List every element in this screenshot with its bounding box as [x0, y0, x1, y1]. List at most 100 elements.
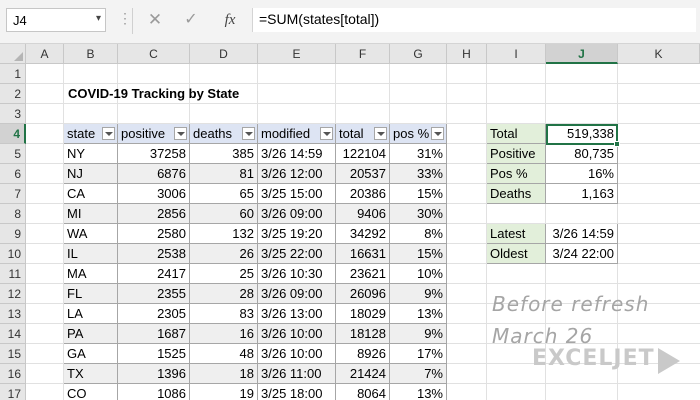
row-header[interactable]: 6	[0, 164, 26, 184]
table-cell[interactable]: CA	[64, 184, 118, 204]
row-header[interactable]: 13	[0, 304, 26, 324]
cancel-icon[interactable]: ✕	[146, 8, 164, 32]
table-cell[interactable]: 3/26 13:00	[258, 304, 336, 324]
table-cell[interactable]: 3/26 14:59	[258, 144, 336, 164]
summary-value[interactable]: 80,735	[546, 144, 618, 164]
table-cell[interactable]: 15%	[390, 244, 447, 264]
table-cell[interactable]: 8064	[336, 384, 390, 400]
date-label[interactable]: Latest	[487, 224, 546, 244]
formula-input[interactable]: =SUM(states[total])	[252, 8, 696, 32]
filter-dropdown-icon[interactable]	[320, 127, 333, 140]
table-cell[interactable]: MI	[64, 204, 118, 224]
column-header[interactable]: B	[64, 44, 118, 64]
table-cell[interactable]: 21424	[336, 364, 390, 384]
column-header[interactable]: I	[487, 44, 546, 64]
table-cell[interactable]: 3/26 12:00	[258, 164, 336, 184]
column-header[interactable]: E	[258, 44, 336, 64]
table-header-0[interactable]: state	[64, 124, 118, 144]
column-header[interactable]: D	[190, 44, 258, 64]
filter-dropdown-icon[interactable]	[102, 127, 115, 140]
table-header-2[interactable]: deaths	[190, 124, 258, 144]
sheet-title[interactable]: COVID-19 Tracking by State	[68, 84, 239, 104]
table-cell[interactable]: 385	[190, 144, 258, 164]
table-cell[interactable]: 31%	[390, 144, 447, 164]
table-cell[interactable]: 81	[190, 164, 258, 184]
table-cell[interactable]: 2856	[118, 204, 190, 224]
table-cell[interactable]: 28	[190, 284, 258, 304]
fill-handle[interactable]	[614, 141, 620, 147]
table-cell[interactable]: 3/25 22:00	[258, 244, 336, 264]
table-cell[interactable]: 34292	[336, 224, 390, 244]
column-header[interactable]: K	[618, 44, 700, 64]
name-box[interactable]: J4 ▾	[6, 8, 106, 32]
row-header[interactable]: 8	[0, 204, 26, 224]
table-cell[interactable]: 7%	[390, 364, 447, 384]
table-cell[interactable]: 33%	[390, 164, 447, 184]
table-cell[interactable]: 13%	[390, 384, 447, 400]
table-cell[interactable]: 3/26 10:00	[258, 344, 336, 364]
row-header[interactable]: 9	[0, 224, 26, 244]
table-cell[interactable]: 10%	[390, 264, 447, 284]
table-cell[interactable]: 19	[190, 384, 258, 400]
date-value[interactable]: 3/26 14:59	[546, 224, 618, 244]
table-header-1[interactable]: positive	[118, 124, 190, 144]
table-cell[interactable]: 20386	[336, 184, 390, 204]
summary-label[interactable]: Positive	[487, 144, 546, 164]
table-cell[interactable]: 18128	[336, 324, 390, 344]
row-header[interactable]: 3	[0, 104, 26, 124]
summary-label[interactable]: Deaths	[487, 184, 546, 204]
row-header[interactable]: 7	[0, 184, 26, 204]
table-cell[interactable]: 1086	[118, 384, 190, 400]
table-cell[interactable]: 3/26 09:00	[258, 204, 336, 224]
table-cell[interactable]: GA	[64, 344, 118, 364]
column-header[interactable]: C	[118, 44, 190, 64]
table-cell[interactable]: 16631	[336, 244, 390, 264]
column-header[interactable]: F	[336, 44, 390, 64]
table-cell[interactable]: 18	[190, 364, 258, 384]
filter-dropdown-icon[interactable]	[374, 127, 387, 140]
row-header[interactable]: 1	[0, 64, 26, 84]
row-header[interactable]: 2	[0, 84, 26, 104]
filter-dropdown-icon[interactable]	[431, 127, 444, 140]
date-label[interactable]: Oldest	[487, 244, 546, 264]
table-cell[interactable]: 30%	[390, 204, 447, 224]
table-cell[interactable]: TX	[64, 364, 118, 384]
row-header[interactable]: 17	[0, 384, 26, 400]
table-cell[interactable]: 3/25 15:00	[258, 184, 336, 204]
insert-function-icon[interactable]: fx	[219, 8, 241, 32]
table-cell[interactable]: 9%	[390, 324, 447, 344]
summary-label[interactable]: Total	[487, 124, 546, 144]
table-cell[interactable]: 2538	[118, 244, 190, 264]
table-cell[interactable]: 3/26 10:30	[258, 264, 336, 284]
table-cell[interactable]: CO	[64, 384, 118, 400]
row-header[interactable]: 12	[0, 284, 26, 304]
column-header[interactable]: A	[26, 44, 64, 64]
table-cell[interactable]: 17%	[390, 344, 447, 364]
column-header[interactable]: J	[546, 44, 618, 64]
table-cell[interactable]: MA	[64, 264, 118, 284]
table-cell[interactable]: 26096	[336, 284, 390, 304]
table-cell[interactable]: 122104	[336, 144, 390, 164]
table-cell[interactable]: 26	[190, 244, 258, 264]
table-cell[interactable]: PA	[64, 324, 118, 344]
table-cell[interactable]: 60	[190, 204, 258, 224]
table-cell[interactable]: LA	[64, 304, 118, 324]
table-header-4[interactable]: total	[336, 124, 390, 144]
table-cell[interactable]: 13%	[390, 304, 447, 324]
table-cell[interactable]: 8926	[336, 344, 390, 364]
table-cell[interactable]: 3/26 09:00	[258, 284, 336, 304]
table-cell[interactable]: 2417	[118, 264, 190, 284]
summary-value[interactable]: 1,163	[546, 184, 618, 204]
table-cell[interactable]: 25	[190, 264, 258, 284]
table-cell[interactable]: 2580	[118, 224, 190, 244]
table-cell[interactable]: 65	[190, 184, 258, 204]
table-cell[interactable]: 3/26 11:00	[258, 364, 336, 384]
table-cell[interactable]: 2305	[118, 304, 190, 324]
row-header[interactable]: 11	[0, 264, 26, 284]
select-all-button[interactable]	[0, 44, 26, 64]
table-cell[interactable]: WA	[64, 224, 118, 244]
table-header-3[interactable]: modified	[258, 124, 336, 144]
column-header[interactable]: G	[390, 44, 447, 64]
row-header[interactable]: 5	[0, 144, 26, 164]
table-cell[interactable]: 8%	[390, 224, 447, 244]
